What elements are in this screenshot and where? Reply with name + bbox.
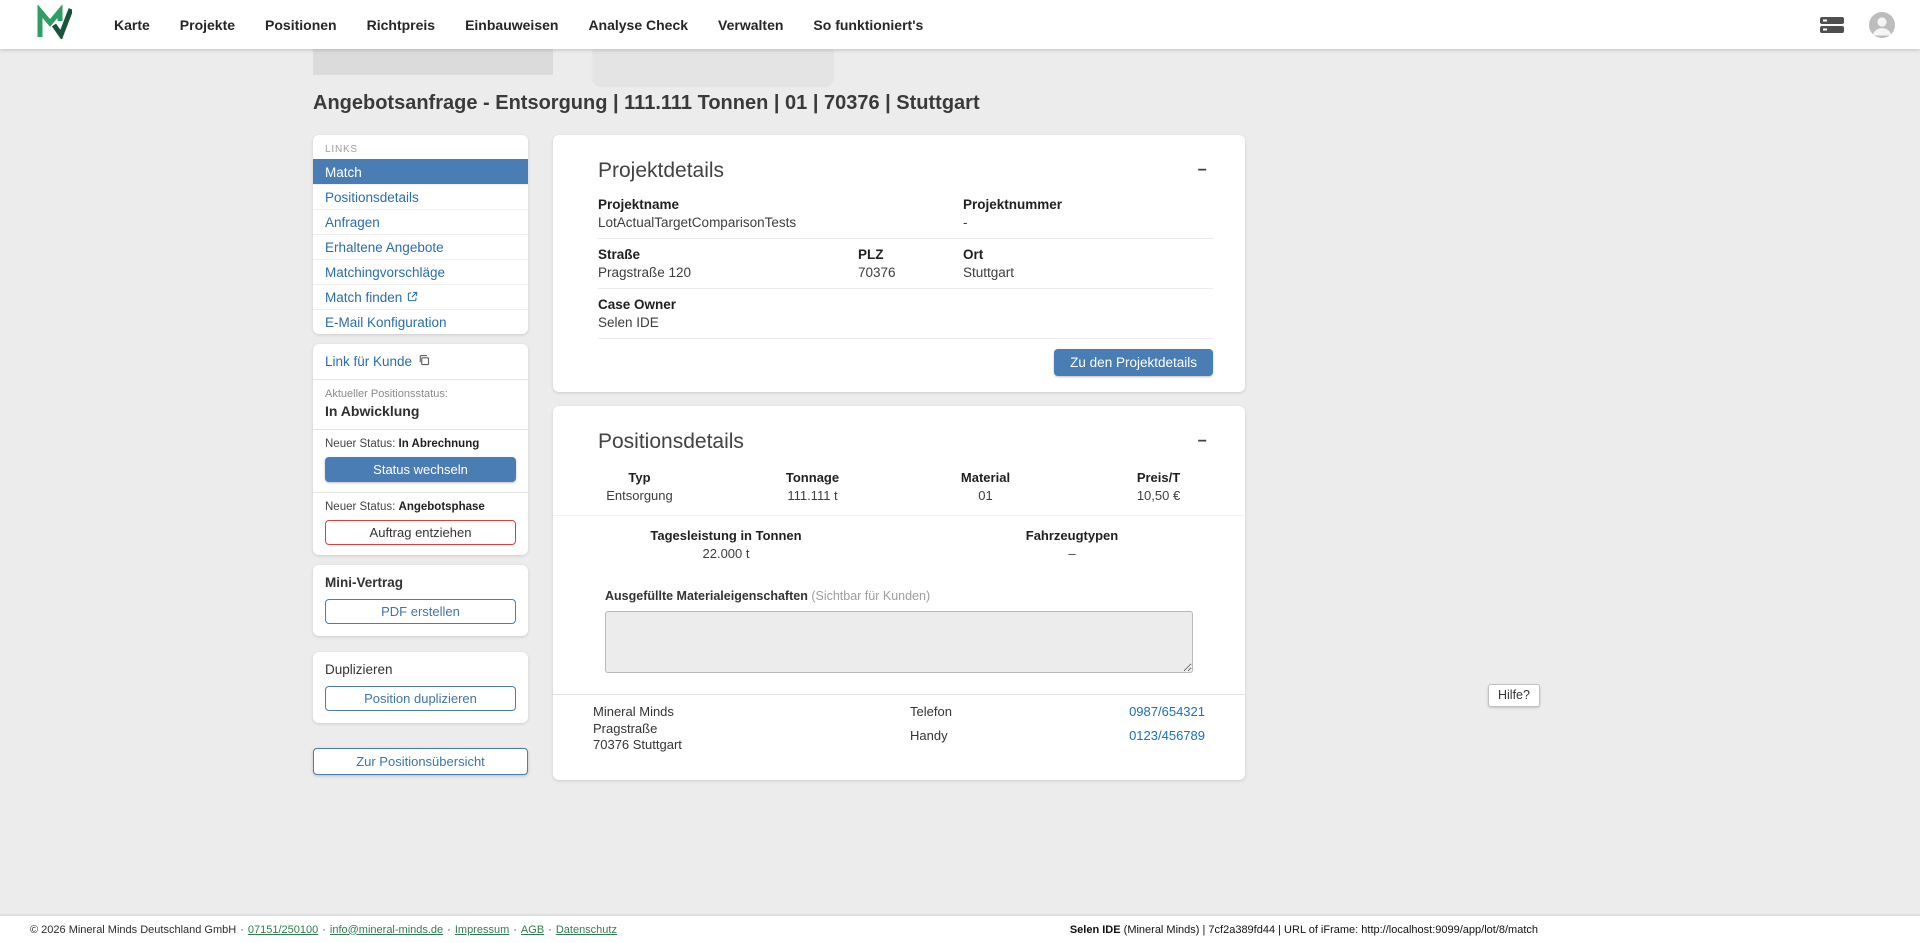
mini-vertrag-title: Mini-Vertrag	[325, 575, 516, 590]
footer-impressum-link[interactable]: Impressum	[455, 924, 509, 936]
scrolled-block-left	[313, 49, 553, 75]
nav-projekte[interactable]: Projekte	[180, 17, 235, 33]
field-strasse: Straße Pragstraße 120	[598, 247, 858, 280]
links-card: LINKS Match Positionsdetails Anfragen Er…	[313, 135, 528, 334]
next-status-section-1: Neuer Status: In Abrechnung Status wechs…	[313, 429, 528, 492]
nav-einbauweisen[interactable]: Einbauweisen	[465, 17, 558, 33]
stat-fahrzeugtypen: Fahrzeugtypen –	[899, 528, 1245, 561]
position-duplizieren-button[interactable]: Position duplizieren	[325, 686, 516, 711]
field-plz: PLZ 70376	[858, 247, 963, 280]
scrolled-block-right	[593, 49, 833, 85]
footer-email-link[interactable]: info@mineral-minds.de	[330, 924, 443, 936]
user-avatar[interactable]	[1868, 11, 1896, 39]
contact-company: Mineral Minds	[593, 704, 682, 721]
footer-left: © 2026 Mineral Minds Deutschland GmbH · …	[30, 924, 617, 936]
status-card: Link für Kunde Aktueller Positionsstatus…	[313, 344, 528, 555]
current-status-label: Aktueller Positionsstatus:	[325, 388, 516, 400]
zu-den-projektdetails-button[interactable]: Zu den Projektdetails	[1054, 349, 1213, 376]
status-wechseln-button[interactable]: Status wechseln	[325, 457, 516, 482]
contact-city: 70376 Stuttgart	[593, 737, 682, 754]
links-caption: LINKS	[313, 138, 528, 159]
footer: © 2026 Mineral Minds Deutschland GmbH · …	[0, 915, 1920, 943]
positionsdetails-card: Positionsdetails − Typ Entsorgung Tonnag…	[553, 406, 1245, 780]
next-status-line-2: Neuer Status: Angebotsphase	[325, 501, 516, 513]
contact-address: Mineral Minds Pragstraße 70376 Stuttgart	[593, 704, 682, 754]
telefon-link[interactable]: 0987/654321	[1129, 704, 1205, 720]
sidebar-item-anfragen[interactable]: Anfragen	[313, 209, 528, 234]
sidebar-item-email-konfiguration[interactable]: E-Mail Konfiguration	[313, 309, 528, 334]
material-properties-textarea[interactable]	[605, 611, 1193, 673]
footer-copyright: © 2026 Mineral Minds Deutschland GmbH	[30, 924, 236, 936]
footer-datenschutz-link[interactable]: Datenschutz	[556, 924, 617, 936]
help-button[interactable]: Hilfe?	[1488, 684, 1540, 707]
nav-verwalten[interactable]: Verwalten	[718, 17, 783, 33]
next-status-line-1: Neuer Status: In Abrechnung	[325, 438, 516, 450]
stat-tagesleistung: Tagesleistung in Tonnen 22.000 t	[553, 528, 899, 561]
handy-label: Handy	[910, 728, 948, 744]
stat-typ: Typ Entsorgung	[553, 470, 726, 503]
customer-link[interactable]: Link für Kunde	[313, 344, 528, 379]
projektdetails-title: Projektdetails	[598, 159, 724, 183]
server-icon[interactable]	[1818, 14, 1846, 36]
footer-agb-link[interactable]: AGB	[521, 924, 544, 936]
field-projektnummer: Projektnummer -	[963, 197, 1213, 230]
customer-link-label: Link für Kunde	[325, 354, 412, 369]
next-status-section-2: Neuer Status: Angebotsphase Auftrag entz…	[313, 492, 528, 555]
field-projektname: Projektname LotActualTargetComparisonTes…	[598, 197, 963, 230]
sidebar-item-match-finden[interactable]: Match finden	[313, 284, 528, 309]
main-nav: Karte Projekte Positionen Richtpreis Ein…	[114, 17, 923, 33]
mineral-minds-logo[interactable]	[36, 5, 72, 44]
external-link-icon	[407, 290, 418, 305]
nav-so-funktionierts[interactable]: So funktioniert's	[813, 17, 923, 33]
contact-section: Mineral Minds Pragstraße 70376 Stuttgart…	[553, 694, 1245, 780]
stat-preis: Preis/T 10,50 €	[1072, 470, 1245, 503]
duplizieren-title: Duplizieren	[325, 662, 516, 677]
nav-analyse-check[interactable]: Analyse Check	[588, 17, 688, 33]
collapse-projektdetails-button[interactable]: −	[1192, 160, 1213, 182]
positionsdetails-title: Positionsdetails	[598, 430, 744, 454]
telefon-label: Telefon	[910, 704, 952, 720]
collapse-positionsdetails-button[interactable]: −	[1192, 431, 1213, 453]
contact-phones: Telefon 0987/654321 Handy 0123/456789	[910, 704, 1205, 754]
nav-richtpreis[interactable]: Richtpreis	[367, 17, 435, 33]
material-properties-hint: (Sichtbar für Kunden)	[811, 589, 930, 603]
main-content: Projektdetails − Projektname LotActualTa…	[553, 135, 1245, 780]
content-layout: LINKS Match Positionsdetails Anfragen Er…	[313, 135, 1245, 780]
field-ort: Ort Stuttgart	[963, 247, 1213, 280]
sidebar-item-label: Match finden	[325, 290, 402, 305]
field-case-owner: Case Owner Selen IDE	[598, 297, 1213, 330]
sidebar-item-positionsdetails[interactable]: Positionsdetails	[313, 184, 528, 209]
projektdetails-card: Projektdetails − Projektname LotActualTa…	[553, 135, 1245, 392]
footer-session-info: Selen IDE (Mineral Minds) | 7cf2a389fd44…	[1070, 924, 1538, 936]
navbar-right	[1818, 11, 1896, 39]
current-status-value: In Abwicklung	[325, 403, 516, 419]
material-properties-label: Ausgefüllte Materialeigenschaften (Sicht…	[605, 589, 1193, 603]
sidebar: LINKS Match Positionsdetails Anfragen Er…	[313, 135, 528, 775]
top-navbar: Karte Projekte Positionen Richtpreis Ein…	[0, 0, 1920, 49]
page-title: Angebotsanfrage - Entsorgung | 111.111 T…	[313, 92, 980, 115]
stat-tonnage: Tonnage 111.111 t	[726, 470, 899, 503]
zur-positionsuebersicht-button[interactable]: Zur Positionsübersicht	[313, 748, 528, 775]
auftrag-entziehen-button[interactable]: Auftrag entziehen	[325, 520, 516, 545]
contact-street: Pragstraße	[593, 721, 682, 738]
duplizieren-card: Duplizieren Position duplizieren	[313, 652, 528, 723]
footer-phone-link[interactable]: 07151/250100	[248, 924, 318, 936]
sidebar-item-matchingvorschlaege[interactable]: Matchingvorschläge	[313, 259, 528, 284]
nav-karte[interactable]: Karte	[114, 17, 150, 33]
sidebar-item-match[interactable]: Match	[313, 159, 528, 184]
stat-material: Material 01	[899, 470, 1072, 503]
logo-icon	[36, 5, 72, 44]
mini-vertrag-card: Mini-Vertrag PDF erstellen	[313, 565, 528, 636]
nav-positionen[interactable]: Positionen	[265, 17, 337, 33]
pdf-erstellen-button[interactable]: PDF erstellen	[325, 599, 516, 624]
handy-link[interactable]: 0123/456789	[1129, 728, 1205, 744]
current-status-section: Aktueller Positionsstatus: In Abwicklung	[313, 379, 528, 429]
sidebar-item-erhaltene-angebote[interactable]: Erhaltene Angebote	[313, 234, 528, 259]
copy-icon	[418, 354, 430, 369]
